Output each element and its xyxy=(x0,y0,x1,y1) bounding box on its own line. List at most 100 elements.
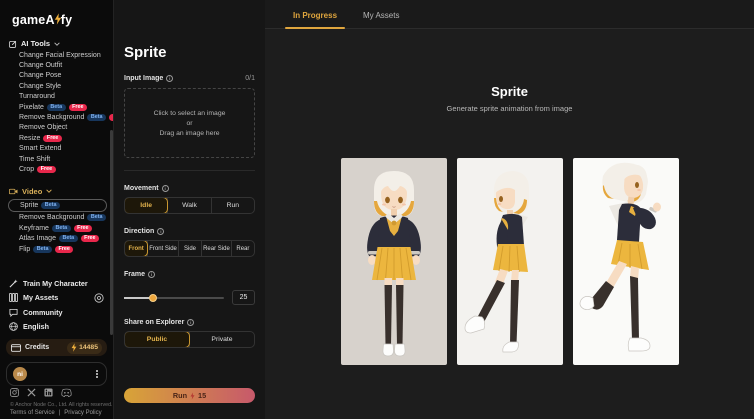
kebab-menu-icon[interactable] xyxy=(94,368,100,380)
sidebar-item-time-shift[interactable]: Time Shift xyxy=(0,154,113,164)
sidebar-item-train-my-character[interactable]: Train My Character xyxy=(0,276,113,291)
assets-settings-icon[interactable] xyxy=(94,293,104,303)
frame-slider-handle[interactable] xyxy=(149,293,157,302)
info-icon[interactable]: i xyxy=(148,271,156,278)
legal-separator: | xyxy=(58,410,61,416)
sidebar-item-sprite[interactable]: Sprite Beta xyxy=(8,198,107,212)
sidebar-bottom: Train My Character My Assets Community E… xyxy=(0,276,113,416)
video-section-header[interactable]: Video xyxy=(0,185,113,198)
sidebar-item-keyframe[interactable]: Keyframe Beta Free xyxy=(0,223,113,233)
share-label-row: Share on Explorer i xyxy=(124,319,255,326)
beta-badge: Beta xyxy=(41,201,60,209)
sidebar-item-change-style[interactable]: Change Style xyxy=(0,81,113,91)
linkedin-icon[interactable] xyxy=(44,388,53,397)
frame-label-row: Frame i xyxy=(124,271,255,278)
movement-option-walk[interactable]: Walk xyxy=(167,198,210,213)
sprite-frame-run[interactable] xyxy=(572,158,679,365)
results-area: In Progress My Assets Sprite Generate sp… xyxy=(265,0,754,419)
direction-option-rear-side[interactable]: Rear Side xyxy=(201,241,231,256)
credit-card-icon xyxy=(11,343,21,352)
movement-option-idle[interactable]: Idle xyxy=(125,198,169,213)
share-option-public[interactable]: Public xyxy=(125,332,190,347)
panel-title: Sprite xyxy=(124,44,167,61)
assets-grid-icon xyxy=(9,293,18,303)
ai-tools-section-header[interactable]: AI Tools xyxy=(0,37,113,50)
movement-label-row: Movement i xyxy=(124,185,255,192)
privacy-link[interactable]: Privacy Policy xyxy=(64,410,101,416)
share-option-private[interactable]: Private xyxy=(189,332,254,347)
x-icon[interactable] xyxy=(27,388,36,397)
frame-slider-row: 25 xyxy=(124,290,255,305)
credits-label: Credits xyxy=(25,344,50,351)
beta-badge: Beta xyxy=(87,214,107,222)
video-camera-icon xyxy=(9,188,18,194)
sidebar-item-change-pose[interactable]: Change Pose xyxy=(0,71,113,81)
sidebar-item-change-facial-expression[interactable]: Change Facial Expression xyxy=(0,50,113,60)
movement-option-run[interactable]: Run xyxy=(210,198,254,213)
character-run-illustration xyxy=(579,162,661,352)
sidebar-item-flip[interactable]: Flip Beta Free xyxy=(0,244,113,254)
free-badge: Free xyxy=(43,134,62,142)
credits-row[interactable]: Credits 14485 xyxy=(6,339,107,356)
tab-in-progress[interactable]: In Progress xyxy=(283,11,347,29)
beta-badge: Beta xyxy=(58,235,78,243)
free-badge: Free xyxy=(54,245,74,253)
logo[interactable]: game Afy xyxy=(0,0,113,27)
frame-value: 25 xyxy=(232,290,255,305)
sidebar-item-turnaround[interactable]: Turnaround xyxy=(0,92,113,102)
chat-bubble-icon xyxy=(9,308,18,317)
movement-selector: Idle Walk Run xyxy=(124,197,255,214)
beta-badge: Beta xyxy=(87,114,107,122)
free-badge: Free xyxy=(37,165,56,173)
input-image-label-row: Input Image i 0/1 xyxy=(124,75,255,82)
image-upload-dropzone[interactable]: Click to select an image or Drag an imag… xyxy=(124,88,255,158)
lightning-bolt-icon xyxy=(54,13,61,25)
sidebar-item-crop[interactable]: Crop Free xyxy=(0,164,113,174)
tab-bar: In Progress My Assets xyxy=(265,0,754,29)
copyright-text: © Anchor Node Co., Ltd. All rights reser… xyxy=(10,402,113,408)
globe-icon xyxy=(9,322,18,332)
direction-option-rear[interactable]: Rear xyxy=(230,241,254,256)
beta-badge: Beta xyxy=(51,224,71,232)
sidebar-item-community[interactable]: Community xyxy=(0,305,113,320)
info-icon[interactable]: i xyxy=(161,185,169,192)
legal-links: Terms of Service | Privacy Policy xyxy=(10,410,102,416)
frame-slider-track[interactable] xyxy=(124,293,224,302)
sidebar-item-my-assets[interactable]: My Assets xyxy=(0,291,113,306)
character-walk-illustration xyxy=(464,171,529,353)
lightning-bolt-icon xyxy=(190,392,195,399)
instagram-icon[interactable] xyxy=(10,388,19,397)
sidebar-item-atlas-image[interactable]: Atlas Image Beta Free xyxy=(0,233,113,243)
free-badge: Free xyxy=(68,103,87,111)
social-links xyxy=(10,388,72,397)
sprite-frame-front[interactable] xyxy=(340,158,447,365)
info-icon[interactable]: i xyxy=(187,319,195,326)
sidebar-item-resize[interactable]: Resize Free xyxy=(0,133,113,143)
chevron-down-icon xyxy=(46,189,53,194)
direction-option-front-side[interactable]: Front Side xyxy=(147,241,178,256)
direction-option-side[interactable]: Side xyxy=(177,241,201,256)
result-title: Sprite xyxy=(491,84,528,99)
discord-icon[interactable] xyxy=(61,388,72,397)
sprite-settings-panel: Sprite Input Image i 0/1 Click to select… xyxy=(113,0,265,419)
credits-balance: 14485 xyxy=(67,341,102,354)
direction-selector: Front Front Side Side Rear Side Rear xyxy=(124,240,255,257)
sidebar-item-smart-extend[interactable]: Smart Extend xyxy=(0,144,113,154)
info-icon[interactable]: i xyxy=(166,75,174,82)
user-card[interactable]: ni xyxy=(6,362,107,386)
sidebar-item-remove-object[interactable]: Remove Object xyxy=(0,123,113,133)
sidebar-item-remove-background[interactable]: Remove BackgroundBetaFree xyxy=(0,112,128,122)
sidebar-item-change-outfit[interactable]: Change Outfit xyxy=(0,60,113,70)
direction-option-front[interactable]: Front xyxy=(125,241,149,256)
sprite-frame-walk[interactable] xyxy=(456,158,563,365)
tab-my-assets[interactable]: My Assets xyxy=(353,11,409,28)
run-button[interactable]: Run 15 xyxy=(124,388,255,403)
magic-wand-icon xyxy=(9,279,18,288)
sidebar-item-video-remove-background[interactable]: Remove Background Beta xyxy=(0,213,113,223)
terms-link[interactable]: Terms of Service xyxy=(10,410,55,416)
sidebar-item-pixelate[interactable]: Pixelate Beta Free xyxy=(0,102,113,112)
sidebar-item-language[interactable]: English xyxy=(0,320,113,335)
free-badge: Free xyxy=(73,224,93,232)
info-icon[interactable]: i xyxy=(157,228,165,235)
free-badge: Free xyxy=(80,235,100,243)
